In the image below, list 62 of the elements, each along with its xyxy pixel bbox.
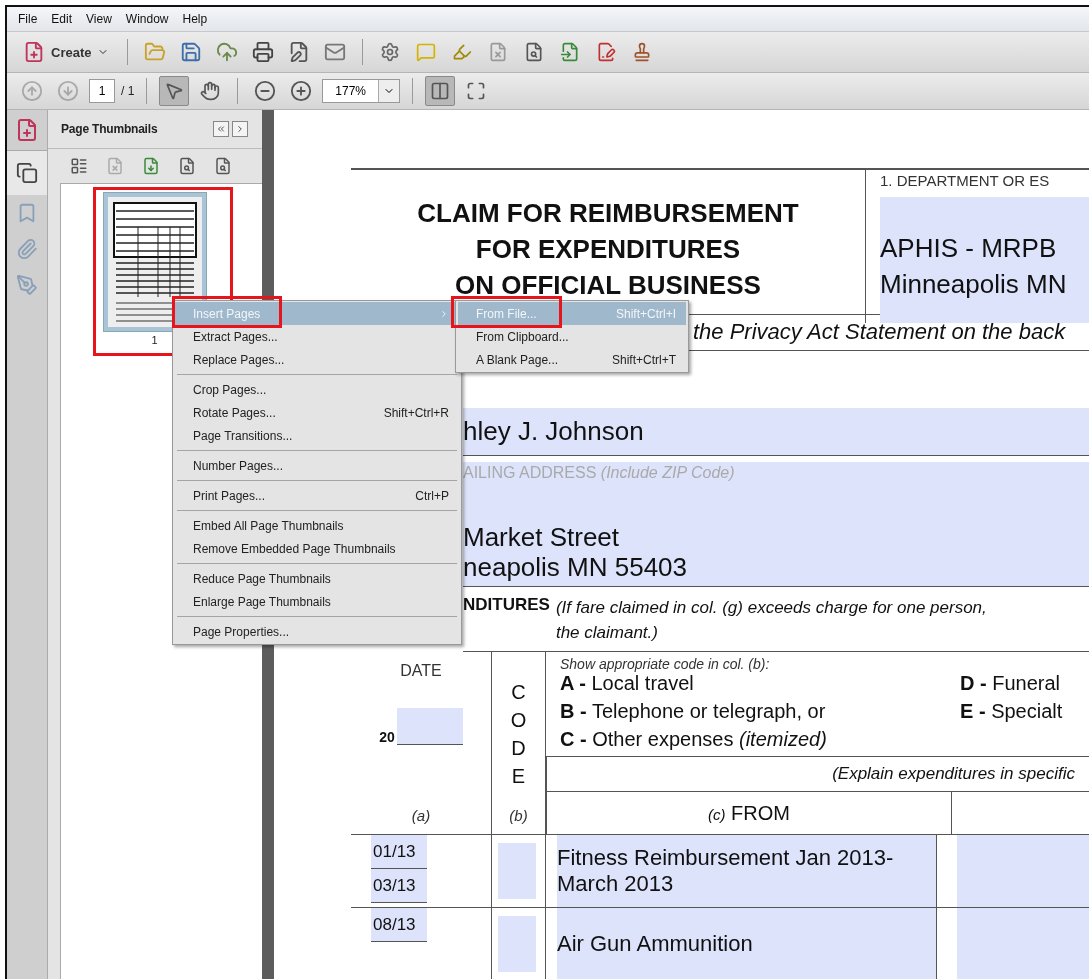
code-letter: O bbox=[510, 708, 527, 733]
explain-note: (Explain expenditures in specific bbox=[832, 764, 1075, 784]
field-value: Market Street bbox=[463, 521, 621, 552]
column-header: DATE bbox=[400, 662, 442, 680]
section-heading: NDITURES bbox=[463, 595, 550, 616]
field-label: AILING ADDRESS (Include ZIP Code) bbox=[463, 463, 736, 482]
menu-item[interactable]: File bbox=[11, 12, 45, 26]
code-legend: E - Specialt bbox=[960, 700, 1089, 728]
menu-item[interactable]: Extract Pages... bbox=[175, 325, 459, 348]
department-field[interactable]: APHIS - MRPB Minneapolis MN bbox=[880, 197, 1089, 323]
menu-item[interactable]: A Blank Page... Shift+Ctrl+T bbox=[458, 348, 686, 371]
code-letter: E bbox=[511, 764, 526, 789]
create-button[interactable]: Create bbox=[17, 39, 116, 65]
menu-item[interactable]: Number Pages... bbox=[175, 454, 459, 477]
description-field[interactable]: Air Gun Ammunition bbox=[557, 908, 937, 979]
field-value: hley J. Johnson bbox=[463, 415, 644, 449]
page-number-field[interactable]: 1 bbox=[89, 79, 115, 103]
menu-item[interactable]: Window bbox=[118, 12, 176, 26]
section-note: (If fare claimed in col. (g) exceeds charge for one person, bbox=[555, 597, 987, 619]
menu-item[interactable]: Edit bbox=[44, 12, 80, 26]
menu-item[interactable]: Page Properties... bbox=[175, 620, 459, 643]
date-field[interactable]: 08/13 bbox=[371, 908, 427, 942]
date-field[interactable]: 03/13 bbox=[371, 869, 427, 903]
menu-item[interactable]: Reduce Page Thumbnails bbox=[175, 567, 459, 590]
panel-title: Page Thumbnails bbox=[61, 122, 158, 136]
menu-item[interactable]: Help bbox=[175, 12, 215, 26]
code-letter: C bbox=[511, 680, 526, 705]
column-label: (b) bbox=[509, 807, 528, 824]
menu-item[interactable]: Rotate Pages... Shift+Ctrl+R bbox=[175, 401, 459, 424]
menu-item[interactable]: Embed All Page Thumbnails bbox=[175, 514, 459, 537]
zoom-field[interactable]: 177% bbox=[322, 79, 401, 103]
menu-item[interactable]: Remove Embedded Page Thumbnails bbox=[175, 537, 459, 560]
year-prefix: 20 bbox=[379, 729, 395, 745]
date-field[interactable]: 01/13 bbox=[371, 835, 427, 869]
field-value: Minneapolis MN bbox=[880, 268, 1068, 301]
form-title: FOR EXPENDITURES bbox=[475, 233, 741, 266]
column-header: (c) FROM bbox=[708, 801, 790, 825]
form-title: ON OFFICIAL BUSINESS bbox=[455, 269, 761, 302]
field-label: 1. DEPARTMENT OR ES bbox=[880, 172, 1051, 189]
menu-item[interactable]: Page Transitions... bbox=[175, 424, 459, 447]
field-value: neapolis MN 55403 bbox=[463, 551, 689, 582]
column-label: (a) bbox=[411, 807, 431, 824]
menu-item[interactable]: Crop Pages... bbox=[175, 378, 459, 401]
code-legend: B - Telephone or telegraph, or bbox=[560, 700, 960, 728]
page-count: / 1 bbox=[121, 84, 135, 98]
section-note: the claimant.) bbox=[555, 622, 659, 644]
menu-item[interactable]: Print Pages... Ctrl+P bbox=[175, 484, 459, 507]
menu-item[interactable]: Enlarge Page Thumbnails bbox=[175, 590, 459, 613]
address-field[interactable]: AILING ADDRESS (Include ZIP Code) Market Street neapolis MN 55403 bbox=[463, 461, 1089, 587]
name-field[interactable]: hley J. Johnson bbox=[463, 408, 1089, 456]
menu-item[interactable]: View bbox=[79, 12, 119, 26]
code-legend: D - Funeral bbox=[960, 672, 1089, 700]
code-hint: Show appropriate code in col. (b): bbox=[560, 656, 771, 672]
menu-item[interactable]: From Clipboard... bbox=[458, 325, 686, 348]
field-value: APHIS - MRPB bbox=[880, 232, 1058, 265]
thumbnail-label: 1 bbox=[151, 334, 158, 346]
code-legend: C - Other expenses (itemized) bbox=[560, 728, 960, 756]
menu-item[interactable]: Replace Pages... bbox=[175, 348, 459, 371]
code-legend: A - Local travel bbox=[560, 672, 960, 700]
form-title: CLAIM FOR REIMBURSEMENT bbox=[417, 197, 799, 230]
description-field[interactable]: Fitness Reimbursement Jan 2013-March 2013 bbox=[557, 835, 937, 907]
code-letter: D bbox=[511, 736, 526, 761]
